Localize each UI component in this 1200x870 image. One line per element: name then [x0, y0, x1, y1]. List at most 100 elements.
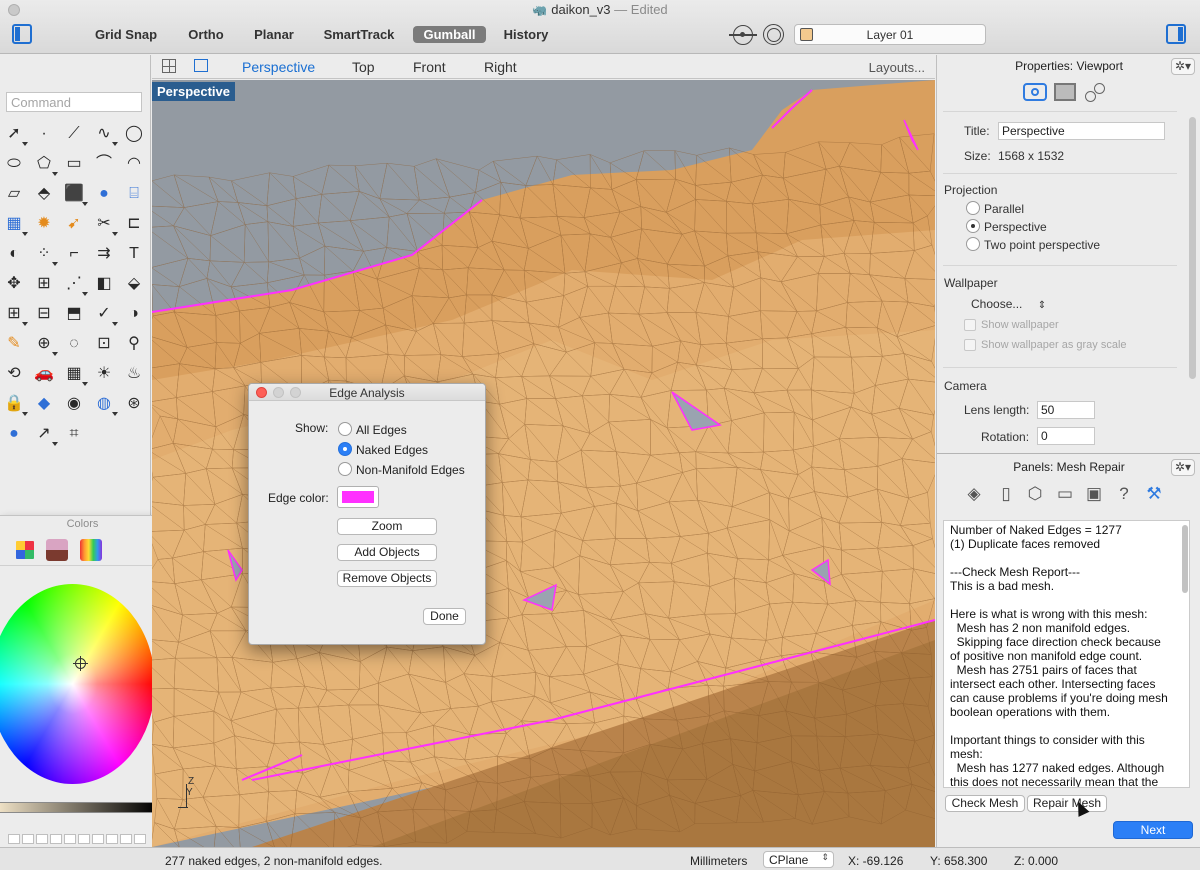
tool-fillet-solid-button[interactable]: ◐	[3, 243, 25, 265]
tool-cplane-button[interactable]: ⟲	[3, 363, 25, 385]
tool-curve-button[interactable]: ∿	[93, 123, 118, 146]
tool-sun-button[interactable]: ☀	[93, 363, 115, 385]
remove-objects-button[interactable]: Remove Objects	[337, 570, 437, 587]
tool-grid-array-button[interactable]: ⊞	[3, 303, 28, 326]
custom-color-swatch[interactable]	[92, 834, 104, 844]
tool-pan-button[interactable]: ⚲	[123, 333, 145, 355]
report-scrollbar[interactable]	[1182, 525, 1188, 593]
tool-cylinder-button[interactable]: ⌸	[123, 183, 145, 205]
viewport-title-field[interactable]	[998, 122, 1165, 140]
mesh-repair-gear-icon[interactable]: ✲▾	[1171, 459, 1195, 476]
naked-edges-radio[interactable]	[338, 442, 352, 456]
add-objects-button[interactable]: Add Objects	[337, 544, 437, 561]
next-button[interactable]: Next	[1113, 821, 1193, 839]
tool-zoom-button[interactable]: ⊕	[33, 333, 58, 356]
grid-snap-toggle[interactable]: Grid Snap	[90, 26, 162, 43]
non-manifold-edges-radio[interactable]	[338, 462, 352, 476]
custom-color-swatch[interactable]	[36, 834, 48, 844]
tool-sphere-button[interactable]: ●	[93, 183, 115, 205]
tool-surface-button[interactable]: ▱	[3, 183, 25, 205]
custom-color-swatch[interactable]	[78, 834, 90, 844]
notes-icon[interactable]: ▭	[1053, 482, 1077, 506]
repair-mesh-button[interactable]: Repair Mesh	[1027, 795, 1107, 812]
tool-rectangle-button[interactable]: ▭	[63, 153, 85, 175]
two-point-radio[interactable]	[966, 237, 980, 251]
all-edges-label[interactable]: All Edges	[356, 423, 407, 437]
tool-patch-button[interactable]: ⬙	[123, 273, 145, 295]
parallel-radio[interactable]	[966, 201, 980, 215]
pencils-icon[interactable]	[80, 539, 102, 561]
tool-car-button[interactable]: 🚗	[33, 363, 55, 385]
custom-color-swatch[interactable]	[64, 834, 76, 844]
tool-paint-button[interactable]: ✎	[3, 333, 25, 355]
color-wheel[interactable]	[0, 584, 155, 784]
check-mesh-button[interactable]: Check Mesh	[945, 795, 1025, 812]
color-palettes-icon[interactable]	[14, 539, 36, 561]
tool-boolean-button[interactable]: ◧	[93, 273, 115, 295]
custom-color-swatch[interactable]	[120, 834, 132, 844]
two-point-label[interactable]: Two point perspective	[984, 238, 1100, 252]
layers-icon[interactable]: ◈	[962, 482, 986, 506]
mesh-repair-report[interactable]: Number of Naked Edges = 1277 (1) Duplica…	[943, 520, 1190, 788]
tool-ellipse-button[interactable]: ⬭	[3, 153, 25, 175]
tool-mesh-button[interactable]: ▦	[3, 213, 28, 236]
tool-offset-button[interactable]: ⇉	[93, 243, 115, 265]
tool-dimension-button[interactable]: ↗	[33, 423, 58, 446]
tool-point-button[interactable]: ·	[33, 123, 55, 145]
cplane-dropdown[interactable]: CPlane ⇕	[763, 851, 834, 868]
tool-split-button[interactable]: ◑	[123, 303, 145, 325]
mesh-repair-tools-icon[interactable]: ⚒	[1142, 482, 1166, 506]
custom-color-swatch[interactable]	[134, 834, 146, 844]
tool-group-button[interactable]: ⁘	[33, 243, 58, 266]
tool-zoom-window-button[interactable]: ⊡	[93, 333, 115, 355]
custom-color-swatch[interactable]	[50, 834, 62, 844]
edge-analysis-titlebar[interactable]: Edge Analysis	[249, 384, 485, 401]
tool-sweep-button[interactable]: ➹	[63, 213, 85, 235]
tool-align-button[interactable]: ⊟	[33, 303, 55, 325]
tool-join-button[interactable]: ⊏	[123, 213, 145, 235]
tool-check-button[interactable]: ✓	[93, 303, 118, 326]
wallpaper-choose-dropdown[interactable]: Choose... ⇕	[971, 297, 1046, 311]
tool-move-button[interactable]: ✥	[3, 273, 25, 295]
command-input[interactable]	[6, 92, 142, 112]
tab-top[interactable]: Top	[352, 59, 375, 75]
toggle-left-sidebar-icon[interactable]	[12, 24, 32, 44]
tool-box-button[interactable]: ⬛	[63, 183, 88, 206]
display-tab-icon[interactable]	[1054, 83, 1076, 101]
properties-gear-icon[interactable]: ✲▾	[1171, 58, 1195, 75]
custom-color-swatch[interactable]	[106, 834, 118, 844]
perspective-radio[interactable]	[966, 219, 980, 233]
tool-snapshot-button[interactable]: ⌗	[63, 423, 85, 445]
image-palettes-icon[interactable]	[46, 539, 68, 561]
tool-wireframe-sphere-button[interactable]: ⊛	[123, 393, 145, 415]
history-toggle[interactable]: History	[498, 26, 554, 43]
tool-lock-button[interactable]: 🔒	[3, 393, 28, 416]
tool-edit-points-button[interactable]: ⋰	[63, 273, 88, 296]
osnap-icon[interactable]	[763, 24, 784, 45]
done-button[interactable]: Done	[423, 608, 466, 625]
all-edges-radio[interactable]	[338, 422, 352, 436]
tool-extrude-surface-button[interactable]: ⬘	[33, 183, 55, 205]
tool-fillet-curve-button[interactable]: ⌐	[63, 243, 85, 265]
tool-globe-button[interactable]: ◍	[93, 393, 118, 416]
ortho-toggle[interactable]: Ortho	[180, 26, 232, 43]
properties-scrollbar[interactable]	[1189, 117, 1196, 379]
panel-divider[interactable]	[937, 453, 1200, 454]
camera-tab-icon[interactable]	[1023, 83, 1047, 101]
viewport-label[interactable]: Perspective	[152, 82, 235, 101]
tool-extrude-curve-button[interactable]: ⬒	[63, 303, 85, 325]
smarttrack-toggle[interactable]: SmartTrack	[318, 26, 400, 43]
units-label[interactable]: Millimeters	[690, 854, 747, 868]
tool-polygon-button[interactable]: ⬠	[33, 153, 58, 176]
tool-lasso-button[interactable]: ◌	[63, 333, 85, 355]
tool-circle-button[interactable]: ◯	[123, 123, 145, 145]
current-layer-dropdown[interactable]: Layer 01	[794, 24, 986, 45]
help-icon[interactable]: ?	[1112, 482, 1136, 506]
perspective-label[interactable]: Perspective	[984, 220, 1047, 234]
display-monitor-icon[interactable]: ▣	[1082, 482, 1106, 506]
single-view-layout-icon[interactable]	[194, 59, 208, 72]
document-icon[interactable]: ▯	[994, 482, 1018, 506]
brightness-slider[interactable]	[0, 802, 156, 813]
rotation-field[interactable]	[1037, 427, 1095, 445]
custom-color-swatch[interactable]	[8, 834, 20, 844]
